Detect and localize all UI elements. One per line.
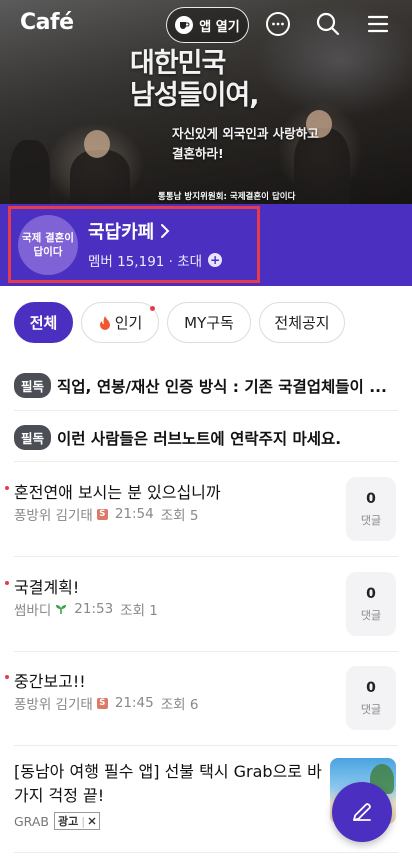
ad-separator: | [81, 814, 86, 828]
cover-subtitle-line: 결혼하라! [172, 146, 224, 161]
tab-all[interactable]: 전체 [14, 302, 73, 343]
cover-subtitle-line: 자신있게 외국인과 사랑하고 [172, 126, 319, 141]
invite-plus-icon: + [208, 253, 223, 267]
divider [14, 745, 398, 746]
notice-title: 직업, 연봉/재산 인증 방식 : 기존 국결업체들이 ... [57, 377, 387, 396]
board-filter-tabs: 전체 인기 MY구독 전체공지 [14, 302, 345, 343]
search-icon[interactable] [314, 10, 342, 38]
tab-label: 인기 [114, 314, 143, 332]
tab-label: 전체공지 [274, 314, 330, 332]
divider [14, 410, 398, 411]
tab-label: MY구독 [184, 314, 234, 332]
must-read-badge: 필독 [14, 425, 52, 450]
new-post-dot [5, 486, 9, 490]
new-dot [150, 306, 155, 311]
post-views: 조회 6 [160, 697, 199, 713]
new-post-dot [5, 581, 9, 585]
cafe-name-link[interactable]: 국답카페 [88, 218, 170, 244]
cafe-name: 국답카페 [88, 222, 155, 243]
cafe-logo[interactable]: Café [20, 10, 74, 35]
member-level-icon: S [96, 508, 108, 520]
cover-headline-line: 남성들이여, [130, 80, 259, 111]
post-time: 21:54 [114, 506, 154, 522]
new-post-dot [5, 675, 9, 679]
member-count-text: 멤버 15,191 · 초대 [88, 254, 203, 270]
notice-title: 이런 사람들은 러브노트에 연락주지 마세요. [57, 429, 342, 448]
notice-item[interactable]: 필독 이런 사람들은 러브노트에 연락주지 마세요. [14, 425, 341, 450]
cover-person-silhouette [10, 140, 50, 204]
post-author[interactable]: 퐁방위 김기태 [14, 504, 93, 524]
close-icon [88, 817, 96, 825]
write-post-button[interactable] [332, 782, 392, 842]
ad-label: 광고 [58, 815, 79, 828]
post-views: 조회 1 [120, 603, 158, 619]
comment-label: 댓글 [360, 513, 382, 527]
post-title[interactable]: 혼전연애 보시는 분 있으십니까 [5, 479, 221, 503]
comment-count: 0 [366, 585, 376, 602]
ad-title[interactable]: [동남아 여행 필수 앱] 선불 택시 Grab으로 바가지 걱정 끝! [14, 760, 326, 808]
cover-headline: 대한민국 남성들이여, [130, 48, 259, 112]
comment-count-button[interactable]: 0 댓글 [346, 572, 396, 636]
notice-item[interactable]: 필독 직업, 연봉/재산 인증 방식 : 기존 국결업체들이 ... [14, 373, 387, 398]
comment-label: 댓글 [360, 608, 382, 622]
post-time: 21:53 [74, 601, 114, 617]
sprout-icon [56, 605, 67, 614]
cafe-members[interactable]: 멤버 15,191 · 초대 + [88, 250, 223, 270]
tab-popular[interactable]: 인기 [81, 302, 159, 343]
tab-all-notices[interactable]: 전체공지 [259, 302, 345, 343]
cover-headline-line: 대한민국 [130, 48, 226, 79]
tab-label: 전체 [29, 314, 58, 332]
divider [14, 556, 398, 557]
comment-count: 0 [366, 490, 376, 507]
tab-my-subscriptions[interactable]: MY구독 [167, 302, 251, 343]
must-read-badge: 필독 [14, 373, 52, 398]
comment-count-button[interactable]: 0 댓글 [346, 477, 396, 541]
comment-count: 0 [366, 679, 376, 696]
cover-subtitle: 자신있게 외국인과 사랑하고 결혼하라! [172, 124, 319, 164]
menu-icon[interactable] [364, 10, 392, 38]
divider [14, 461, 398, 462]
coffee-cup-icon [175, 16, 194, 34]
post-time: 21:45 [114, 695, 154, 711]
post-views: 조회 5 [160, 508, 199, 524]
post-meta: 썸바디 21:53 조회 1 [14, 599, 158, 619]
cafe-cover-banner: Café 앱 열기 대한민국 남성들이여, 자신있게 외국인과 사랑하고 결혼하… [0, 0, 412, 204]
pencil-icon [353, 803, 371, 821]
post-author[interactable]: 퐁방위 김기태 [14, 693, 93, 713]
divider [14, 651, 398, 652]
cover-caption: 통통남 방지위원회: 국제결혼이 답이다 [158, 192, 296, 202]
comment-label: 댓글 [360, 702, 382, 716]
chat-icon[interactable] [264, 10, 292, 38]
chevron-right-icon [161, 224, 170, 238]
divider [14, 852, 398, 853]
open-app-button[interactable]: 앱 열기 [166, 7, 249, 43]
post-meta: 퐁방위 김기태 S 21:45 조회 6 [14, 693, 198, 713]
post-meta: 퐁방위 김기태 S 21:54 조회 5 [14, 504, 198, 524]
ad-meta: GRAB 광고 | [14, 812, 101, 830]
open-app-label: 앱 열기 [199, 19, 240, 35]
post-title-text: 혼전연애 보시는 분 있으십니까 [14, 483, 221, 502]
ad-badge[interactable]: 광고 | [54, 812, 101, 830]
post-title-text: 국결계획! [14, 578, 80, 597]
member-level-icon: S [96, 697, 108, 709]
cover-person-silhouette [70, 150, 130, 204]
cover-person-head [84, 130, 110, 158]
post-author[interactable]: 썸바디 [14, 599, 51, 619]
post-title-text: 중간보고!! [14, 672, 86, 691]
post-title[interactable]: 국결계획! [5, 574, 80, 598]
cafe-avatar[interactable]: 국제 결혼이 답이다 [18, 215, 78, 275]
fire-icon [99, 315, 110, 330]
advertiser-name: GRAB [14, 813, 49, 829]
comment-count-button[interactable]: 0 댓글 [346, 666, 396, 730]
post-title[interactable]: 중간보고!! [5, 668, 86, 692]
